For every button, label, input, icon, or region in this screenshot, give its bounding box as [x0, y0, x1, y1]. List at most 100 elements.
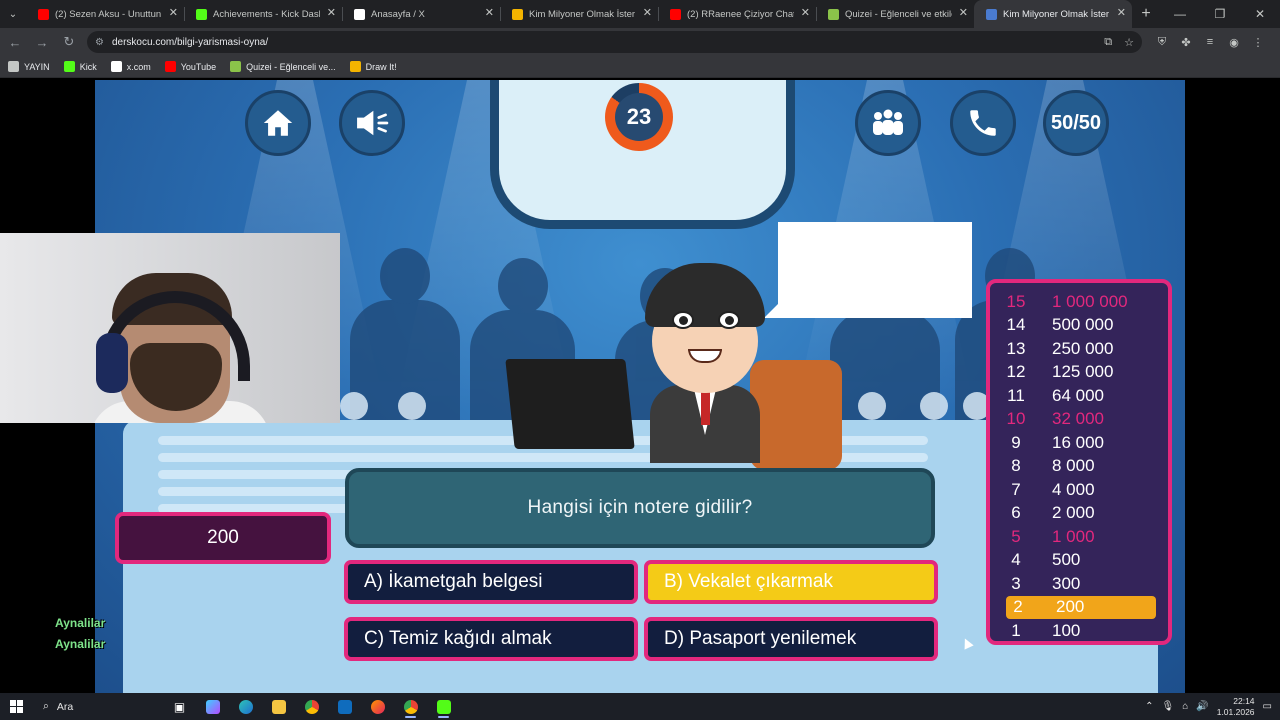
browser-tab[interactable]: Anasayfa / X ✕: [342, 0, 500, 28]
browser-tab[interactable]: Achievements - Kick Dashboard ✕: [184, 0, 342, 28]
ladder-level: 11: [1007, 385, 1025, 405]
bookmark-item[interactable]: x.com: [110, 61, 151, 72]
reload-button[interactable]: ↻: [57, 30, 81, 54]
close-tab-icon[interactable]: ✕: [327, 8, 336, 19]
ladder-level: 1: [1011, 620, 1021, 640]
ladder-level: 9: [1011, 432, 1021, 452]
maximize-button[interactable]: ❐: [1200, 0, 1240, 28]
close-tab-icon[interactable]: ✕: [959, 8, 968, 19]
tab-title: Kim Milyoner Olmak İster O: [1003, 8, 1110, 20]
minimize-button[interactable]: —: [1160, 0, 1200, 28]
answer-d-label: D) Pasaport yenilemek: [664, 628, 857, 649]
back-button[interactable]: ←: [3, 30, 27, 54]
network-icon[interactable]: ⌂: [1182, 701, 1188, 712]
media-controls-icon[interactable]: ≡: [1198, 36, 1222, 48]
close-tab-icon[interactable]: ✕: [1117, 8, 1126, 19]
fifty-fifty-button[interactable]: 50/50: [1043, 90, 1109, 156]
bookmark-item[interactable]: YouTube: [164, 61, 216, 72]
taskbar-search[interactable]: ⌕ Ara: [33, 700, 163, 713]
close-tab-icon[interactable]: ✕: [485, 8, 494, 19]
ladder-level: 12: [1006, 362, 1026, 382]
home-button[interactable]: [245, 90, 311, 156]
install-app-icon[interactable]: ⧉: [1104, 36, 1112, 49]
forward-button[interactable]: →: [30, 30, 54, 54]
phone-a-friend-button[interactable]: [950, 90, 1016, 156]
firefox-icon[interactable]: [361, 693, 394, 720]
tab-title: Achievements - Kick Dashboard: [213, 8, 320, 20]
microphone-icon[interactable]: 🎙: [1162, 701, 1175, 712]
bookmark-item[interactable]: YAYIN: [8, 61, 50, 72]
close-window-button[interactable]: ✕: [1240, 0, 1280, 28]
ladder-amount: 8 000: [1052, 456, 1095, 476]
ladder-amount: 2 000: [1052, 503, 1095, 523]
browser-tab[interactable]: Kim Milyoner Olmak İster Oyun ✕: [500, 0, 658, 28]
notifications-icon[interactable]: ▭: [1263, 701, 1272, 712]
host-character: [640, 263, 770, 463]
new-tab-button[interactable]: +: [1132, 0, 1160, 28]
url-field[interactable]: ⚙ derskocu.com/bilgi-yarismasi-oyna/ ⧉ ☆: [87, 31, 1142, 53]
ladder-level: 5: [1011, 526, 1021, 546]
ladder-rung: 9 16 000: [990, 431, 1168, 455]
bookmark-item[interactable]: Draw It!: [349, 61, 397, 72]
sound-button[interactable]: [339, 90, 405, 156]
answer-d-button[interactable]: D) Pasaport yenilemek: [644, 617, 938, 661]
answer-a-label: A) İkametgah belgesi: [364, 571, 543, 592]
bookmark-star-icon[interactable]: ☆: [1124, 36, 1134, 49]
shield-extension-icon[interactable]: ⛨: [1150, 36, 1174, 49]
ladder-rung: 10 32 000: [990, 408, 1168, 432]
browser-tab[interactable]: Kim Milyoner Olmak İster O ✕: [974, 0, 1132, 28]
system-tray: ⌃ 🎙 ⌂ 🔊 22:14 1.01.2026 ▭: [1145, 696, 1280, 718]
audience-icon: [873, 109, 903, 135]
volume-icon[interactable]: 🔊: [1196, 701, 1208, 712]
search-icon: ⌕: [43, 700, 49, 712]
extensions-puzzle-icon[interactable]: ✤: [1174, 36, 1198, 49]
browser-tab[interactable]: Quizei - Eğlenceli ve etkileşimli ✕: [816, 0, 974, 28]
answer-a-button[interactable]: A) İkametgah belgesi: [344, 560, 638, 604]
tab-title: (2) RRaenee Çiziyor Chat Bilme: [687, 8, 794, 20]
ladder-level: 8: [1011, 456, 1021, 476]
task-view-button[interactable]: ▣: [163, 693, 196, 720]
ask-audience-button[interactable]: [855, 90, 921, 156]
close-tab-icon[interactable]: ✕: [801, 8, 810, 19]
tab-search-menu-button[interactable]: ⌄: [0, 0, 26, 28]
chrome-icon[interactable]: [295, 693, 328, 720]
chrome-profile-icon[interactable]: [394, 693, 427, 720]
answer-c-button[interactable]: C) Temiz kağıdı almak: [344, 617, 638, 661]
browser-tab[interactable]: (2) Sezen Aksu - Unuttun Mu Be ✕: [26, 0, 184, 28]
stage-light: [398, 392, 426, 420]
derskocu-icon: [986, 8, 997, 20]
stage-light: [858, 392, 886, 420]
outlook-icon[interactable]: [328, 693, 361, 720]
browser-menu-icon[interactable]: ⋮: [1246, 36, 1270, 49]
kick-app-icon[interactable]: [427, 693, 460, 720]
close-tab-icon[interactable]: ✕: [169, 8, 178, 19]
ladder-amount: 4 000: [1052, 479, 1095, 499]
edge-icon[interactable]: [229, 693, 262, 720]
start-button[interactable]: [0, 693, 33, 720]
ladder-amount: 100: [1052, 620, 1081, 640]
ladder-level: 7: [1011, 479, 1021, 499]
ladder-rung: 6 2 000: [990, 502, 1168, 526]
window-controls: — ❐ ✕: [1160, 0, 1280, 28]
stage-light: [340, 392, 368, 420]
bookmark-item[interactable]: Kick: [63, 61, 97, 72]
ladder-amount: 200: [1056, 597, 1085, 617]
browser-tab[interactable]: (2) RRaenee Çiziyor Chat Bilme ✕: [658, 0, 816, 28]
bookmark-label: Quizei - Eğlenceli ve...: [246, 61, 336, 72]
speaker-icon: [357, 110, 389, 136]
bookmark-item[interactable]: Quizei - Eğlenceli ve...: [230, 61, 336, 72]
site-info-icon[interactable]: ⚙: [95, 37, 104, 48]
fifty-fifty-label: 50/50: [1050, 111, 1102, 134]
file-explorer-icon[interactable]: [262, 693, 295, 720]
ladder-rung: 11 64 000: [990, 384, 1168, 408]
x-icon: [354, 8, 365, 20]
clock[interactable]: 22:14 1.01.2026: [1217, 696, 1255, 718]
close-tab-icon[interactable]: ✕: [643, 8, 652, 19]
timer-value: 23: [615, 93, 663, 141]
answer-b-button[interactable]: B) Vekalet çıkarmak: [644, 560, 938, 604]
copilot-icon[interactable]: [196, 693, 229, 720]
address-bar: ← → ↻ ⚙ derskocu.com/bilgi-yarismasi-oyn…: [0, 28, 1280, 56]
ladder-amount: 1 000 000: [1052, 291, 1128, 311]
profile-avatar-icon[interactable]: ◉: [1222, 36, 1246, 49]
tray-overflow-icon[interactable]: ⌃: [1145, 701, 1153, 712]
